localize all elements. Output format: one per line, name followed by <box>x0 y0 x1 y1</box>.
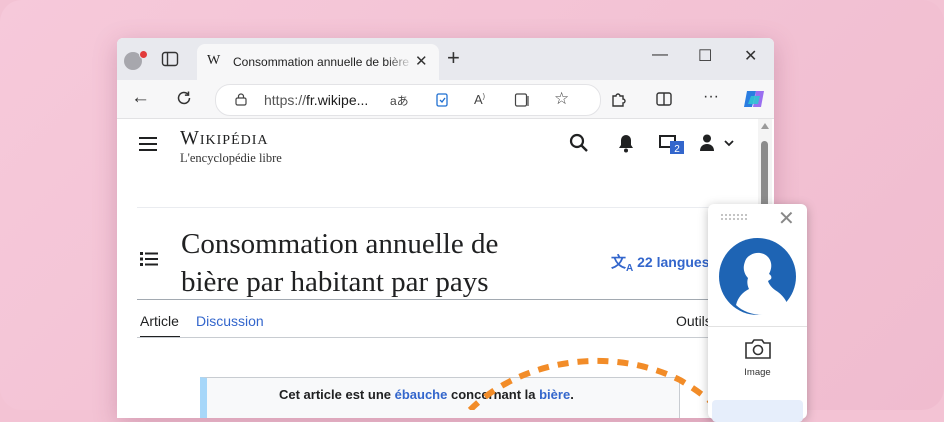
camera-icon <box>745 339 771 359</box>
next-tool-button[interactable] <box>712 400 803 422</box>
drag-handle-icon[interactable] <box>720 213 750 221</box>
image-button[interactable]: Image <box>712 330 803 390</box>
panel-divider <box>708 326 807 327</box>
user-silhouette-avatar[interactable] <box>719 238 796 315</box>
panel-close-icon[interactable]: ✕ <box>778 206 795 231</box>
image-button-label: Image <box>744 367 771 378</box>
floating-side-panel: ✕ Image <box>708 204 807 422</box>
